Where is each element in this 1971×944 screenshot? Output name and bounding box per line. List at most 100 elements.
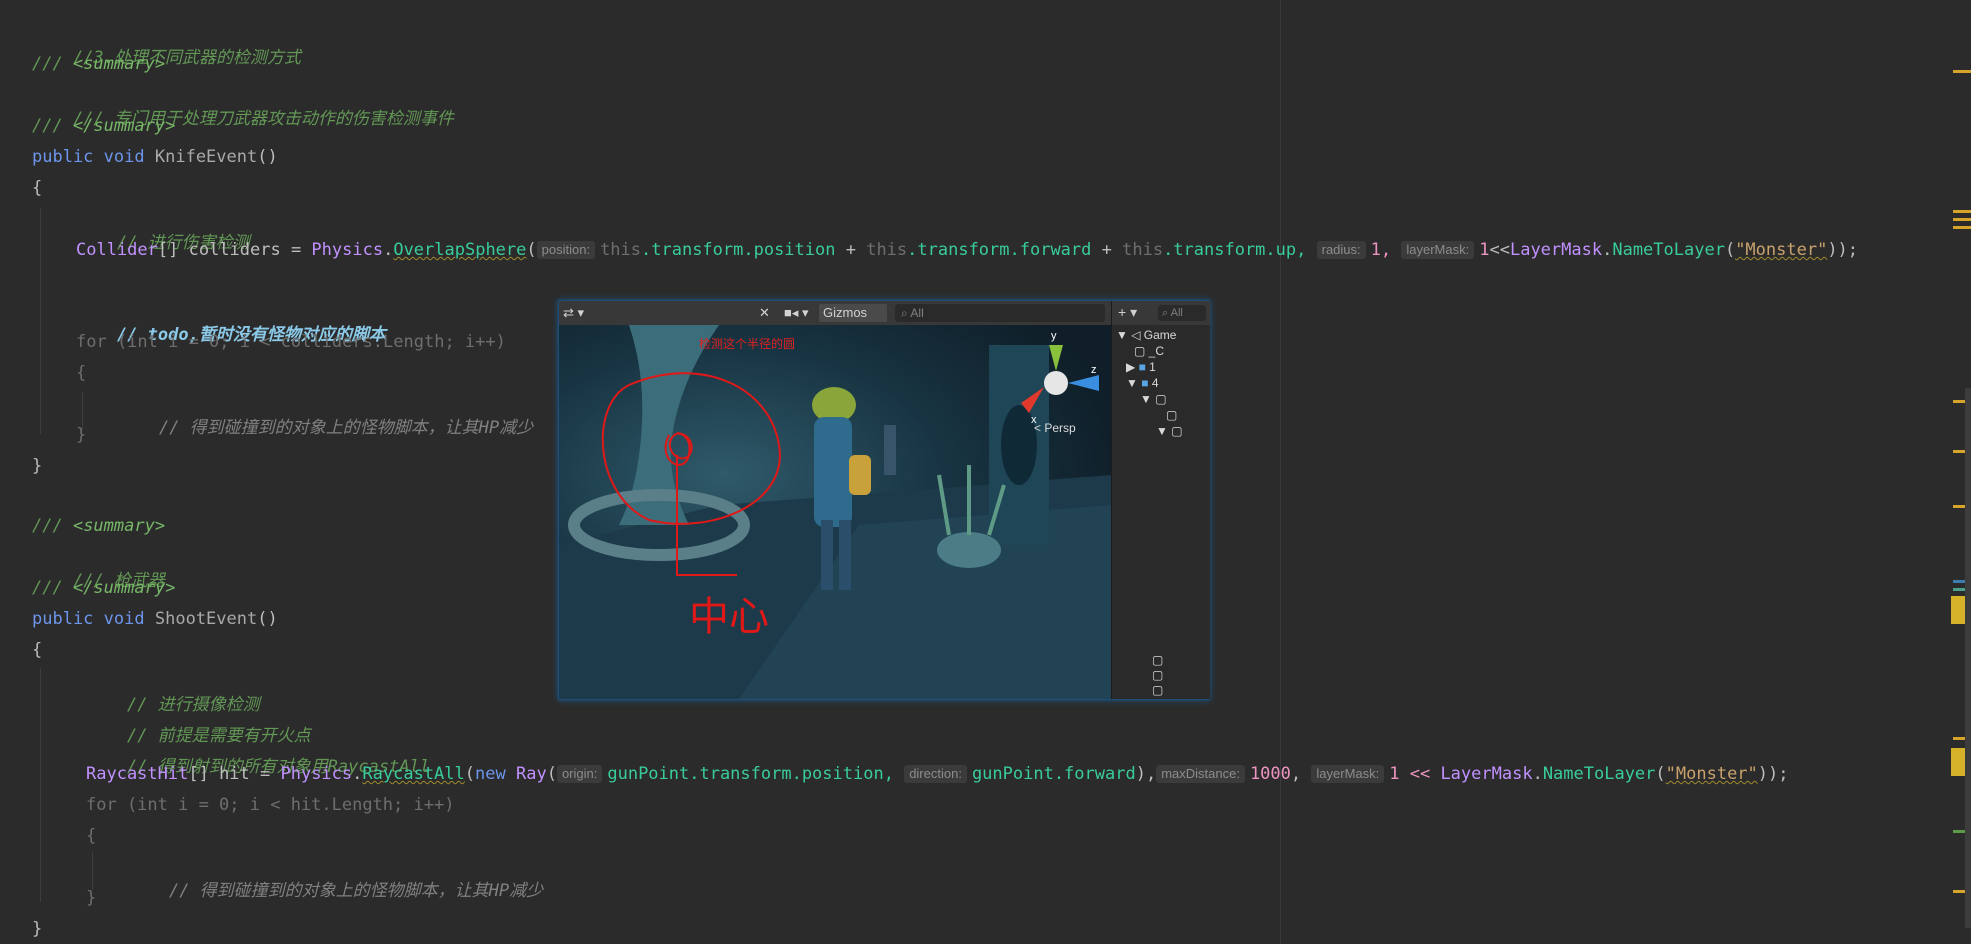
param-hint: position: bbox=[536, 241, 596, 259]
type-name: Physics bbox=[280, 764, 353, 784]
gizmo-z-axis bbox=[1068, 375, 1099, 391]
persp-label[interactable]: < Persp bbox=[1034, 421, 1076, 435]
character-body bbox=[814, 417, 852, 527]
comment: // 得到碰撞到的对象上的怪物脚本，让其HP减少 bbox=[168, 881, 544, 901]
method-call: RaycastAll bbox=[362, 764, 465, 784]
method-call: NameToLayer bbox=[1542, 764, 1656, 784]
keyword: public bbox=[32, 609, 94, 629]
string-literal: "Monster" bbox=[1665, 764, 1758, 784]
code-line: // todo,暂时没有怪物对应的脚本 bbox=[76, 299, 386, 345]
hierarchy-item[interactable]: ▼ ▢ bbox=[1156, 424, 1183, 438]
member: .transform.up, bbox=[1163, 240, 1307, 260]
gizmo-center bbox=[1044, 371, 1068, 395]
add-icon[interactable]: + ▾ bbox=[1118, 304, 1137, 321]
code-text: [] colliders = bbox=[157, 240, 312, 260]
code-line: // 进行伤害检测 bbox=[76, 207, 250, 253]
param-hint: origin: bbox=[556, 765, 603, 783]
type-name: LayerMask bbox=[1440, 764, 1533, 784]
right-margin-guide bbox=[1280, 0, 1281, 944]
operator: + bbox=[835, 240, 867, 260]
method-call: NameToLayer bbox=[1612, 240, 1725, 260]
param-hint: layerMask: bbox=[1401, 241, 1475, 259]
marker[interactable] bbox=[1953, 70, 1971, 73]
hierarchy-search[interactable]: ⌕ All bbox=[1158, 305, 1206, 321]
code-line: Collider[] colliders = Physics.OverlapSp… bbox=[76, 240, 1859, 260]
code-line: // 前提是需要有开火点 bbox=[86, 700, 311, 746]
operator: << bbox=[1489, 240, 1510, 260]
code-line: { bbox=[32, 638, 42, 662]
parens: () bbox=[257, 147, 278, 167]
type-name: Collider bbox=[76, 240, 158, 260]
brace: } bbox=[32, 456, 43, 476]
scene-toolbar: ⇄ ▾ ✕ ■◂ ▾ Gizmos ⌕ All bbox=[559, 301, 1111, 326]
param-hint: direction: bbox=[904, 765, 967, 783]
code-line: RaycastHit[] hit = Physics.RaycastAll(ne… bbox=[86, 764, 1789, 784]
scene-search-input[interactable]: ⌕ All bbox=[895, 304, 1105, 322]
code-line: // 进行摄像检测 bbox=[86, 669, 260, 715]
marker[interactable] bbox=[1953, 218, 1971, 221]
indent-guide bbox=[40, 208, 41, 434]
plant-pot bbox=[937, 532, 1001, 568]
hierarchy-item[interactable]: ▼ ■ 4 bbox=[1126, 376, 1159, 390]
member: gunPoint.forward bbox=[971, 764, 1136, 784]
hierarchy-item[interactable]: ▢ bbox=[1152, 653, 1163, 667]
doc-comment-prefix: /// bbox=[32, 578, 73, 598]
code-line: { bbox=[86, 824, 96, 848]
code-line: { bbox=[76, 361, 86, 385]
hierarchy-panel[interactable]: + ▾ ⌕ All ▼ ◁ Game ▢ _C ▶ ■ 1 ▼ ■ 4 ▼ ▢ … bbox=[1111, 301, 1210, 699]
scene-view[interactable]: 中心 y z x 检测这个半径的圆 < Persp bbox=[559, 325, 1111, 699]
brace: } bbox=[32, 919, 43, 939]
hierarchy-search-placeholder: All bbox=[1170, 307, 1183, 319]
keyword: this bbox=[866, 240, 908, 260]
error-stripe[interactable] bbox=[1949, 0, 1971, 944]
gizmos-dropdown[interactable]: Gizmos bbox=[819, 304, 888, 322]
hierarchy-item[interactable]: ▶ ■ 1 bbox=[1126, 360, 1156, 374]
type-name: LayerMask bbox=[1509, 240, 1603, 260]
marker[interactable] bbox=[1953, 210, 1971, 213]
number: 1 << bbox=[1389, 764, 1441, 784]
tools-icon[interactable]: ✕ bbox=[759, 304, 770, 322]
code-line: /// </summary> bbox=[32, 576, 175, 600]
hierarchy-item[interactable]: ▢ bbox=[1152, 683, 1163, 697]
punctuation: )); bbox=[1757, 764, 1789, 784]
code-text: for (int i = 0; i < hit.Length; i++) bbox=[86, 795, 455, 815]
code-text: for (int i = 0; i < colliders.Length; i+… bbox=[76, 332, 506, 352]
marker[interactable] bbox=[1953, 226, 1971, 229]
axis-z-label: z bbox=[1091, 364, 1097, 376]
scrollbar-thumb[interactable] bbox=[1965, 388, 1971, 928]
camera-icon[interactable]: ■◂ ▾ bbox=[784, 304, 809, 322]
weapon bbox=[884, 425, 896, 475]
doc-tag: </summary> bbox=[72, 116, 176, 136]
indent-guide bbox=[40, 668, 41, 902]
method-call: OverlapSphere bbox=[393, 240, 527, 260]
cube-icon: ■ bbox=[1141, 376, 1149, 390]
doc-comment-prefix: /// bbox=[32, 116, 73, 136]
code-line: { bbox=[32, 176, 42, 200]
member: .transform.forward bbox=[907, 240, 1092, 260]
punctuation: ), bbox=[1135, 764, 1157, 784]
draw-mode-icon[interactable]: ⇄ ▾ bbox=[563, 304, 584, 322]
hierarchy-item[interactable]: ▢ bbox=[1152, 668, 1163, 682]
method-name: KnifeEvent bbox=[154, 147, 258, 167]
keyword: void bbox=[103, 609, 145, 629]
hierarchy-item[interactable]: ▼ ◁ Game bbox=[1116, 328, 1176, 342]
type-name: RaycastHit bbox=[86, 764, 189, 784]
doc-tag: <summary> bbox=[72, 516, 166, 536]
code-line: public void KnifeEvent() bbox=[32, 145, 278, 169]
code-text: [] hit = bbox=[188, 764, 281, 784]
annotation-text: 检测这个半径的圆 bbox=[699, 337, 796, 351]
brace: { bbox=[76, 363, 87, 383]
doc-tag: <summary> bbox=[72, 54, 166, 74]
code-line: } bbox=[76, 423, 86, 447]
method-name: ShootEvent bbox=[154, 609, 258, 629]
hierarchy-item[interactable]: ▢ _C bbox=[1134, 344, 1164, 358]
code-line: /// </summary> bbox=[32, 114, 175, 138]
character-leg bbox=[821, 520, 833, 590]
search-icon: ⌕ bbox=[901, 306, 911, 320]
hierarchy-item[interactable]: ▢ bbox=[1166, 408, 1177, 422]
hierarchy-item[interactable]: ▼ ▢ bbox=[1140, 392, 1167, 406]
number: 1, bbox=[1370, 240, 1392, 260]
code-line: for (int i = 0; i < colliders.Length; i+… bbox=[76, 330, 506, 354]
code-line: /// <summary> bbox=[32, 52, 165, 76]
character-arm bbox=[849, 455, 871, 495]
